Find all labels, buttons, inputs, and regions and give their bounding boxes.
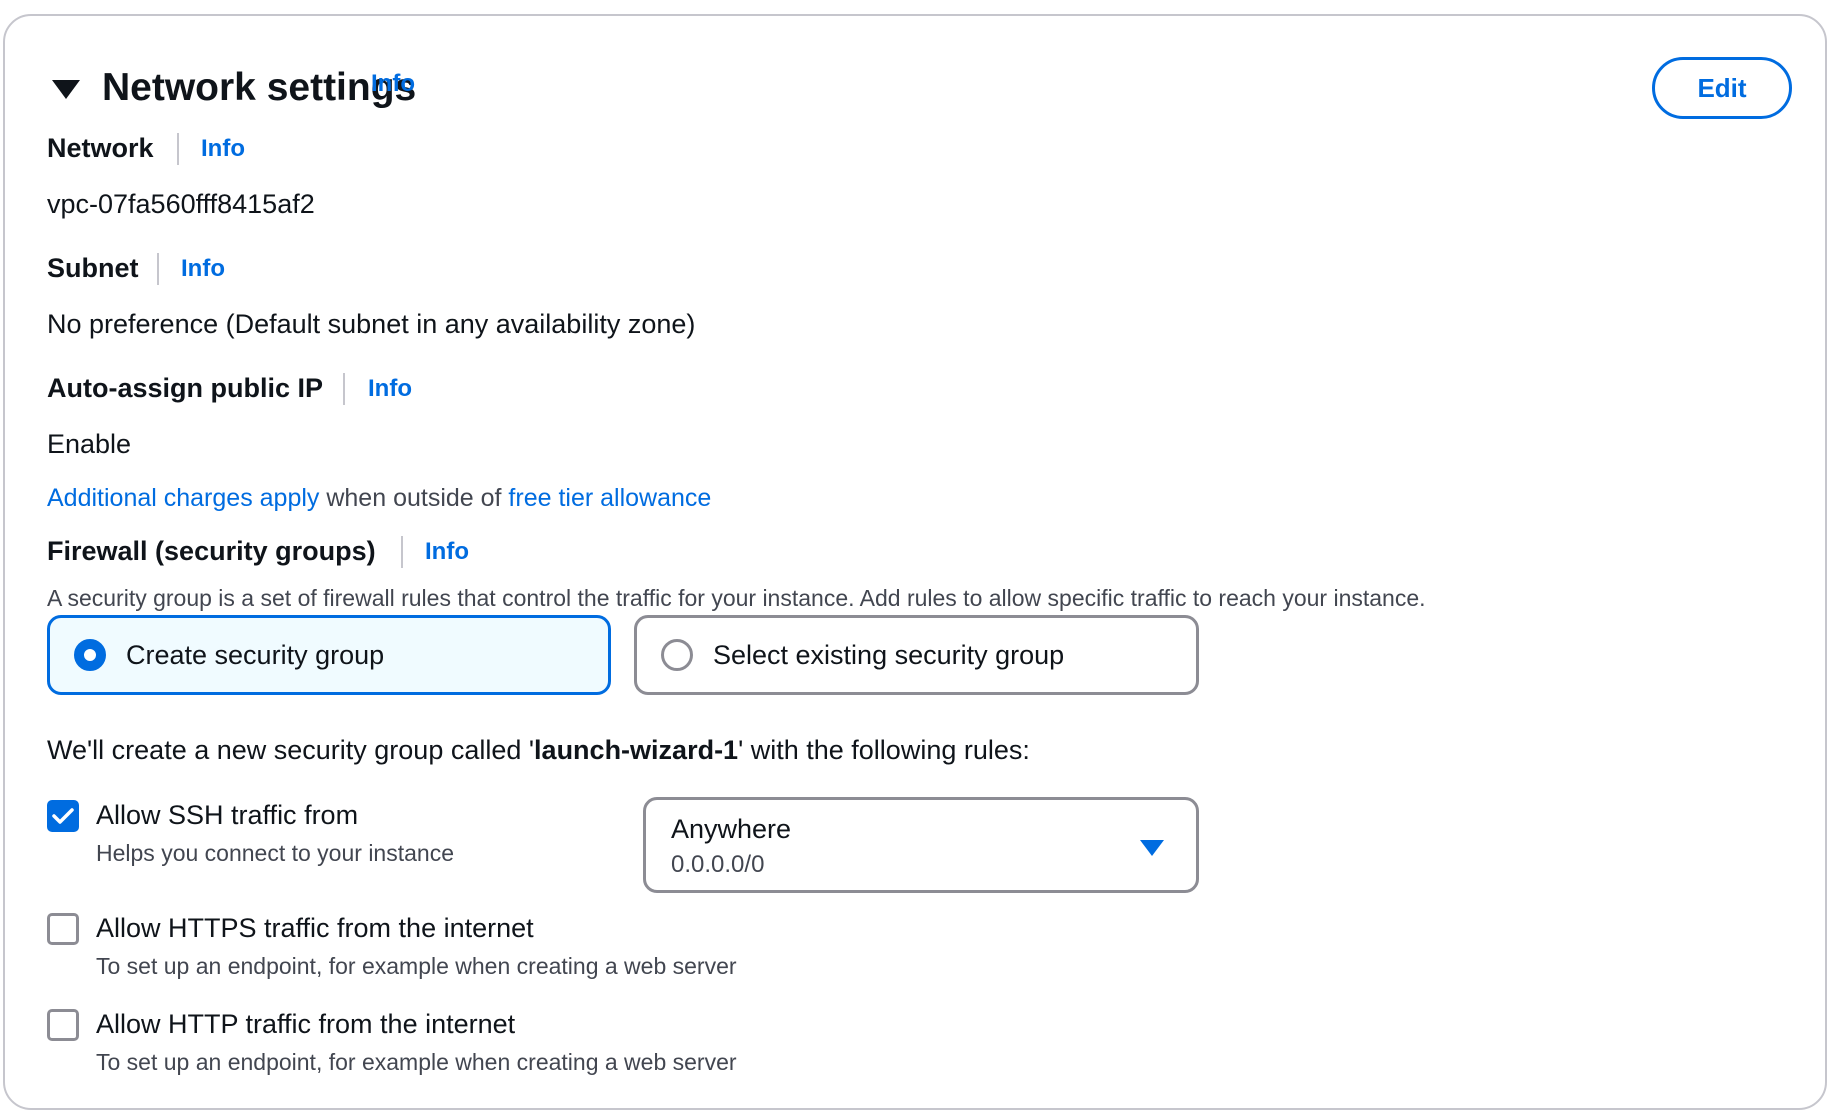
ssh-rule-label: Allow SSH traffic from xyxy=(96,800,359,830)
public-ip-value: Enable xyxy=(47,429,132,459)
firewall-label: Firewall (security groups) xyxy=(47,536,376,566)
network-settings-panel: Network settings Info Edit Network Info … xyxy=(3,14,1827,1110)
divider xyxy=(157,253,159,285)
checkmark-icon xyxy=(52,808,74,824)
summary-suffix: ' with the following rules: xyxy=(738,735,1030,765)
https-rule-description: To set up an endpoint, for example when … xyxy=(96,953,737,979)
additional-charges-link[interactable]: Additional charges apply xyxy=(47,484,319,512)
select-existing-security-group-option[interactable]: Select existing security group xyxy=(634,615,1199,695)
ssh-checkbox[interactable] xyxy=(47,800,79,832)
charges-note: Additional charges apply when outside of… xyxy=(47,481,711,515)
collapse-caret-icon[interactable] xyxy=(52,80,80,99)
ssh-source-cidr: 0.0.0.0/0 xyxy=(671,851,765,878)
divider xyxy=(177,133,179,165)
ssh-source-select[interactable]: Anywhere 0.0.0.0/0 xyxy=(643,797,1199,893)
https-checkbox[interactable] xyxy=(47,913,79,945)
free-tier-link[interactable]: free tier allowance xyxy=(508,484,711,512)
network-info-link[interactable]: Info xyxy=(201,133,245,165)
header-info-link[interactable]: Info xyxy=(371,68,415,100)
divider xyxy=(343,373,345,405)
create-security-group-label: Create security group xyxy=(126,639,385,670)
radio-selected-icon[interactable] xyxy=(74,639,106,671)
public-ip-label: Auto-assign public IP xyxy=(47,373,324,403)
security-group-summary: We'll create a new security group called… xyxy=(47,733,1030,767)
ssh-rule-description: Helps you connect to your instance xyxy=(96,840,454,866)
summary-prefix: We'll create a new security group called… xyxy=(47,735,535,765)
panel-title[interactable]: Network settings xyxy=(102,64,416,112)
radio-unselected-icon[interactable] xyxy=(661,639,693,671)
ssh-source-value: Anywhere xyxy=(671,814,792,844)
network-value: vpc-07fa560fff8415af2 xyxy=(47,189,315,219)
firewall-description: A security group is a set of firewall ru… xyxy=(47,585,1426,611)
create-security-group-option[interactable]: Create security group xyxy=(47,615,611,695)
public-ip-info-link[interactable]: Info xyxy=(368,373,412,405)
caret-down-icon xyxy=(1140,840,1164,856)
edit-button[interactable]: Edit xyxy=(1652,57,1792,119)
firewall-info-link[interactable]: Info xyxy=(425,536,469,568)
https-rule-label: Allow HTTPS traffic from the internet xyxy=(96,913,534,943)
divider xyxy=(401,536,403,568)
network-label: Network xyxy=(47,133,154,163)
http-rule-description: To set up an endpoint, for example when … xyxy=(96,1049,737,1075)
select-existing-security-group-label: Select existing security group xyxy=(713,639,1065,670)
http-rule-label: Allow HTTP traffic from the internet xyxy=(96,1009,516,1039)
subnet-label: Subnet xyxy=(47,253,139,283)
http-checkbox[interactable] xyxy=(47,1009,79,1041)
charges-note-text: when outside of xyxy=(319,484,509,512)
subnet-info-link[interactable]: Info xyxy=(181,253,225,285)
security-group-name: launch-wizard-1 xyxy=(534,735,739,765)
subnet-value: No preference (Default subnet in any ava… xyxy=(47,309,696,339)
